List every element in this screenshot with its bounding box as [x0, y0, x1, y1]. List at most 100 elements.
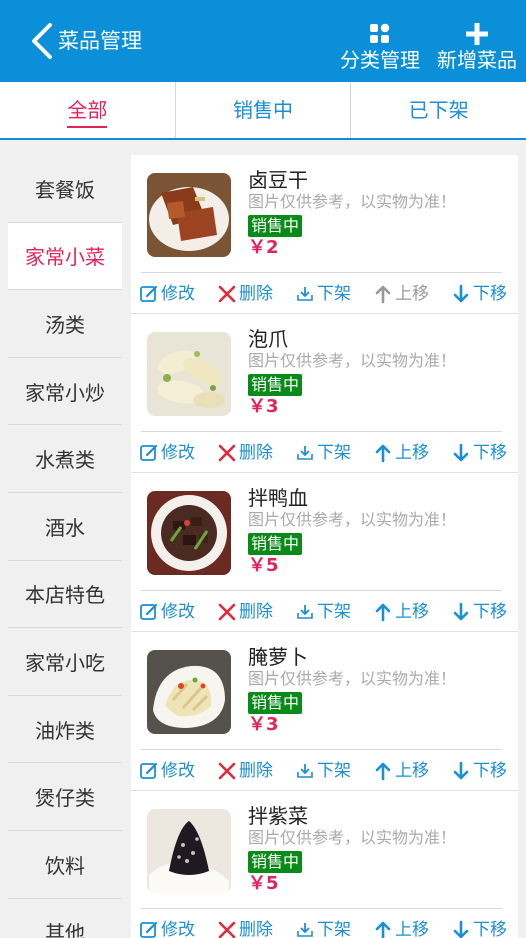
edit-icon — [140, 762, 158, 779]
category-item[interactable]: 水煮类 — [8, 425, 122, 493]
dish-actions: 修改 删除 下架 上移 下移 — [139, 441, 514, 465]
plus-icon — [466, 23, 488, 45]
dish-name: 拌鸭血 — [248, 486, 308, 510]
dish-photo[interactable] — [147, 650, 231, 734]
category-manage-button[interactable]: 分类管理 — [338, 22, 422, 73]
move-up-label: 上移 — [395, 761, 429, 781]
divider — [141, 272, 502, 273]
delete-button[interactable]: 删除 — [217, 282, 273, 306]
dish-card: 拌紫菜 图片仅供参考，以实物为准！ 销售中 ￥5 修改 删除 下架 上移 下移 — [131, 791, 518, 938]
category-manage-label: 分类管理 — [340, 48, 420, 72]
edit-label: 修改 — [161, 602, 195, 622]
divider — [141, 749, 502, 750]
dish-note: 图片仅供参考，以实物为准！ — [248, 828, 457, 847]
category-item[interactable]: 煲仔类 — [8, 763, 122, 831]
status-badge: 销售中 — [248, 374, 303, 396]
add-dish-button[interactable]: 新增菜品 — [434, 22, 520, 73]
active-tab-indicator — [67, 126, 108, 128]
move-up-button[interactable]: 上移 — [373, 600, 429, 624]
edit-label: 修改 — [161, 761, 195, 781]
category-item-active[interactable]: 家常小菜 — [8, 222, 122, 291]
delete-button[interactable]: 删除 — [217, 918, 273, 938]
off-shelf-button[interactable]: 下架 — [295, 282, 351, 306]
move-up-button[interactable]: 上移 — [373, 918, 429, 938]
dish-name: 卤豆干 — [248, 168, 308, 192]
move-up-label: 上移 — [395, 284, 429, 304]
move-up-label: 上移 — [395, 443, 429, 463]
move-up-button[interactable]: 上移 — [373, 282, 429, 306]
close-icon — [218, 285, 236, 303]
dish-card: 拌鸭血 图片仅供参考，以实物为准！ 销售中 ￥5 修改 删除 下架 上移 下移 — [131, 473, 518, 632]
move-down-button[interactable]: 下移 — [451, 759, 507, 783]
dish-actions: 修改 删除 下架 上移 下移 — [139, 282, 514, 306]
status-badge: 销售中 — [248, 533, 303, 555]
download-tray-icon — [297, 446, 313, 460]
move-down-label: 下移 — [473, 761, 507, 781]
edit-icon — [140, 444, 158, 461]
edit-label: 修改 — [161, 284, 195, 304]
off-shelf-button[interactable]: 下架 — [295, 759, 351, 783]
category-item[interactable]: 套餐饭 — [8, 155, 122, 223]
edit-button[interactable]: 修改 — [139, 600, 195, 624]
dish-note: 图片仅供参考，以实物为准！ — [248, 192, 457, 211]
status-badge: 销售中 — [248, 215, 303, 237]
chevron-left-icon — [32, 23, 52, 59]
off-shelf-label: 下架 — [317, 920, 351, 938]
delete-button[interactable]: 删除 — [217, 441, 273, 465]
dish-price: ￥5 — [248, 555, 279, 576]
edit-button[interactable]: 修改 — [139, 759, 195, 783]
category-item[interactable]: 酒水 — [8, 493, 122, 561]
edit-icon — [140, 603, 158, 620]
app-header: 菜品管理 分类管理 新增菜品 — [0, 0, 526, 82]
category-item[interactable]: 汤类 — [8, 290, 122, 358]
dish-actions: 修改 删除 下架 上移 下移 — [139, 759, 514, 783]
dish-name: 腌萝卜 — [248, 645, 308, 669]
off-shelf-button[interactable]: 下架 — [295, 441, 351, 465]
dish-photo[interactable] — [147, 809, 231, 893]
tab-label: 销售中 — [233, 98, 293, 122]
tab-off-shelf[interactable]: 已下架 — [351, 82, 526, 138]
off-shelf-button[interactable]: 下架 — [295, 918, 351, 938]
tab-all[interactable]: 全部 — [0, 82, 176, 138]
category-item[interactable]: 本店特色 — [8, 561, 122, 629]
arrow-down-icon — [453, 284, 469, 303]
delete-label: 删除 — [239, 443, 273, 463]
dish-price: ￥2 — [248, 237, 279, 258]
back-button[interactable] — [26, 22, 60, 60]
dish-note: 图片仅供参考，以实物为准！ — [248, 351, 457, 370]
category-item[interactable]: 其他 — [8, 899, 122, 938]
move-up-button[interactable]: 上移 — [373, 759, 429, 783]
tab-on-sale[interactable]: 销售中 — [176, 82, 352, 138]
move-down-button[interactable]: 下移 — [451, 600, 507, 624]
off-shelf-label: 下架 — [317, 602, 351, 622]
dish-note: 图片仅供参考，以实物为准！ — [248, 669, 457, 688]
arrow-down-icon — [453, 920, 469, 938]
category-item[interactable]: 家常小吃 — [8, 628, 122, 696]
dish-actions: 修改 删除 下架 上移 下移 — [139, 600, 514, 624]
off-shelf-button[interactable]: 下架 — [295, 600, 351, 624]
move-up-button[interactable]: 上移 — [373, 441, 429, 465]
category-item[interactable]: 家常小炒 — [8, 358, 122, 426]
category-item[interactable]: 饮料 — [8, 831, 122, 899]
edit-button[interactable]: 修改 — [139, 282, 195, 306]
edit-icon — [140, 285, 158, 302]
move-down-button[interactable]: 下移 — [451, 441, 507, 465]
category-item[interactable]: 油炸类 — [8, 696, 122, 764]
dish-card: 泡爪 图片仅供参考，以实物为准！ 销售中 ￥3 修改 删除 下架 上移 下移 — [131, 314, 518, 473]
delete-button[interactable]: 删除 — [217, 759, 273, 783]
move-down-label: 下移 — [473, 284, 507, 304]
move-down-button[interactable]: 下移 — [451, 282, 507, 306]
dish-photo[interactable] — [147, 332, 231, 416]
close-icon — [218, 921, 236, 938]
move-down-button[interactable]: 下移 — [451, 918, 507, 938]
edit-button[interactable]: 修改 — [139, 441, 195, 465]
dish-photo[interactable] — [147, 491, 231, 575]
edit-button[interactable]: 修改 — [139, 918, 195, 938]
move-up-label: 上移 — [395, 920, 429, 938]
delete-button[interactable]: 删除 — [217, 600, 273, 624]
dish-photo[interactable] — [147, 173, 231, 257]
move-down-label: 下移 — [473, 443, 507, 463]
close-icon — [218, 762, 236, 780]
dish-image — [147, 332, 231, 416]
edit-icon — [140, 921, 158, 938]
